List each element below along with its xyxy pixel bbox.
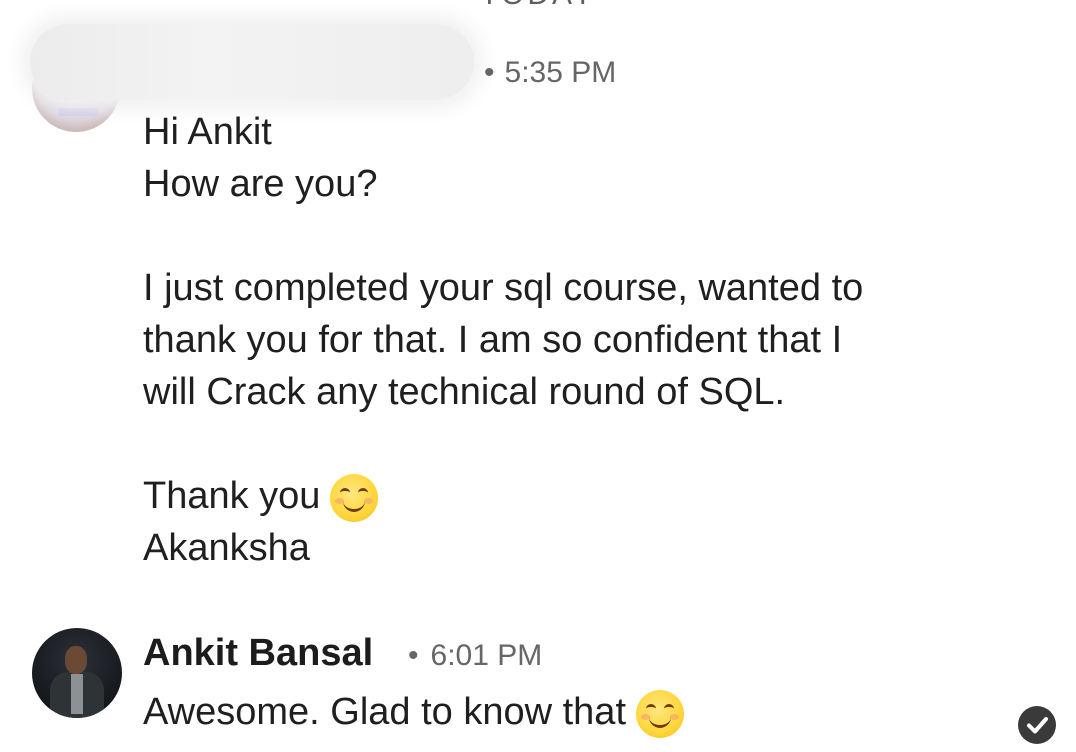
message-line: Thank you: [143, 470, 863, 522]
avatar-badge: [58, 108, 98, 116]
separator-dot: •: [408, 639, 419, 672]
read-check-icon: [1018, 706, 1056, 744]
timestamp-text: 6:01 PM: [430, 639, 543, 672]
chat-thread: TODAY • 5:35 PM Hi Ankit How are you? I j…: [0, 0, 1076, 752]
message-line-text: Thank you: [143, 475, 321, 517]
avatar[interactable]: [32, 628, 122, 718]
message-line: will Crack any technical round of SQL.: [143, 371, 786, 413]
message-line: thank you for that. I am so confident th…: [143, 319, 843, 361]
message-line: Akanksha: [143, 527, 310, 569]
message-timestamp: • 5:35 PM: [484, 56, 616, 90]
smiling-face-icon: [636, 689, 684, 738]
message-line: I just completed your sql course, wanted…: [143, 267, 864, 309]
redacted-sender-name: [30, 24, 474, 100]
message-line: Hi Ankit: [143, 111, 272, 153]
message-text: Awesome. Glad to know that: [143, 691, 626, 733]
day-divider: TODAY: [0, 0, 1076, 12]
smiling-face-icon: [330, 473, 379, 522]
message-timestamp: • 6:01 PM: [408, 639, 542, 673]
sender-name[interactable]: Ankit Bansal: [143, 632, 373, 675]
message-line: How are you?: [143, 163, 378, 205]
separator-dot: •: [484, 56, 495, 89]
message-body: Hi Ankit How are you? I just completed y…: [143, 106, 863, 574]
message-body: Awesome. Glad to know that: [143, 686, 684, 738]
timestamp-text: 5:35 PM: [504, 56, 617, 89]
